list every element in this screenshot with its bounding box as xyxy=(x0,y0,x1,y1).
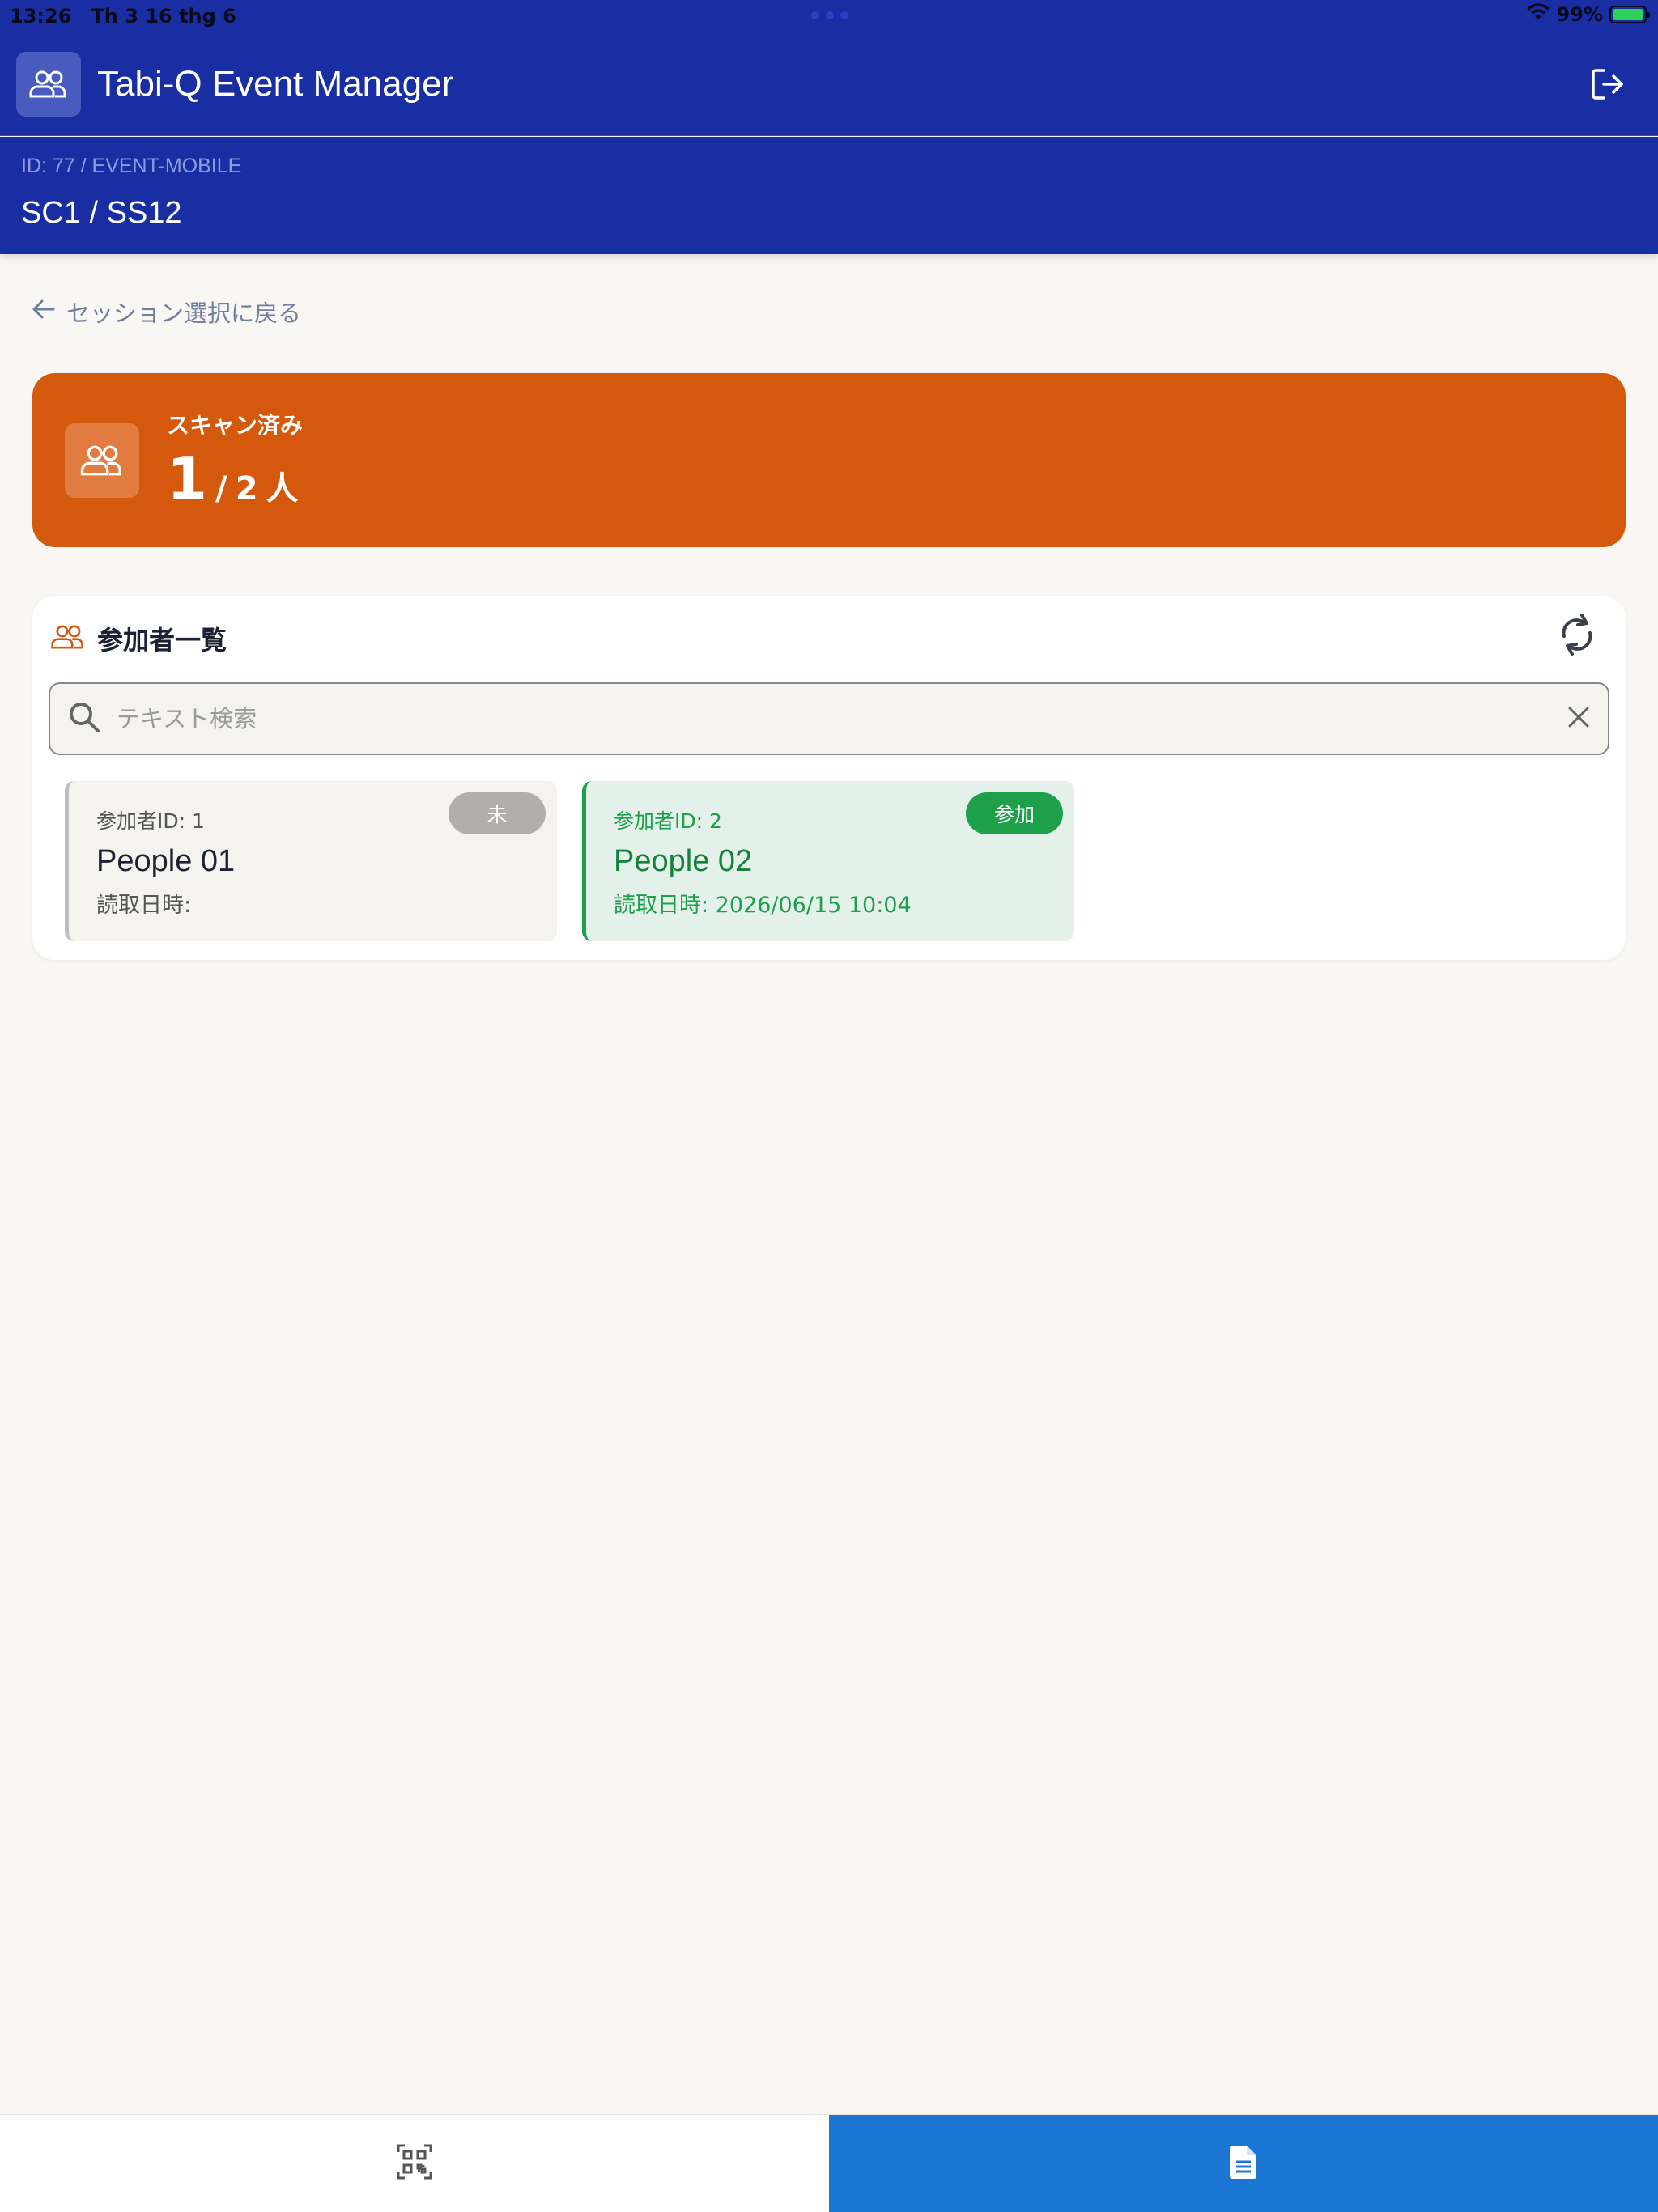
arrow-left-icon xyxy=(32,298,55,325)
status-badge: 参加 xyxy=(966,792,1063,834)
panel-header: 参加者一覧 xyxy=(50,620,227,657)
participant-read-time: 読取日時: xyxy=(96,893,192,918)
participant-card[interactable]: 参加 参加者ID: 2 People 02 読取日時: 2026/06/15 1… xyxy=(582,781,1074,941)
scan-label: スキャン済み xyxy=(167,411,304,439)
back-to-session-link[interactable]: セッション選択に戻る xyxy=(32,295,301,329)
panel-title: 参加者一覧 xyxy=(97,625,227,656)
status-date: Th 3 16 thg 6 xyxy=(91,5,236,28)
back-label: セッション選択に戻る xyxy=(66,299,302,327)
battery-percentage: 99% xyxy=(1556,3,1603,26)
logout-icon[interactable] xyxy=(1585,62,1630,107)
tab-list[interactable] xyxy=(829,2115,1658,2212)
count-unit: 人 xyxy=(266,469,299,507)
bottom-tab-bar xyxy=(0,2114,1658,2212)
battery-icon xyxy=(1609,6,1650,23)
status-time: 13:26 xyxy=(10,5,72,28)
status-right: 99% xyxy=(1526,3,1650,26)
scan-count: 1 / 2 人 xyxy=(167,445,303,513)
tab-scan[interactable] xyxy=(0,2115,829,2212)
multitask-dots[interactable] xyxy=(811,11,848,19)
status-bar: 13:26 Th 3 16 thg 6 99% xyxy=(0,0,1658,32)
close-icon[interactable] xyxy=(1567,706,1590,732)
participant-read-time: 読取日時: 2026/06/15 10:04 xyxy=(614,893,912,918)
event-info-bar: ID: 77 / EVENT-MOBILE SC1 / SS12 xyxy=(0,137,1658,254)
status-badge: 未 xyxy=(449,792,546,834)
wifi-icon xyxy=(1526,3,1550,26)
document-icon xyxy=(1229,2144,1258,2183)
users-icon xyxy=(16,51,81,117)
app-header: Tabi-Q Event Manager xyxy=(0,32,1658,136)
status-left: 13:26 Th 3 16 thg 6 xyxy=(10,5,236,28)
refresh-icon[interactable] xyxy=(1553,610,1601,659)
users-icon xyxy=(65,422,139,498)
search-field[interactable] xyxy=(49,682,1609,755)
session-name: SC1 / SS12 xyxy=(21,196,182,230)
qr-code-icon xyxy=(397,2144,432,2183)
users-icon xyxy=(50,624,86,653)
participant-card[interactable]: 未 参加者ID: 1 People 01 読取日時: xyxy=(65,781,557,941)
scan-summary-text: スキャン済み 1 / 2 人 xyxy=(167,408,303,513)
search-input[interactable] xyxy=(117,705,1567,732)
scan-summary-card: スキャン済み 1 / 2 人 xyxy=(32,373,1626,547)
participant-name: People 01 xyxy=(96,844,236,878)
count-separator: / xyxy=(215,469,227,507)
search-icon xyxy=(68,701,100,737)
total-count: 2 xyxy=(235,469,258,507)
scanned-count: 1 xyxy=(167,444,208,513)
app-title: Tabi-Q Event Manager xyxy=(97,63,454,104)
participants-panel: 参加者一覧 未 参加者ID: 1 People 01 読取日時: 参加 参加者I xyxy=(32,596,1626,960)
event-id: ID: 77 / EVENT-MOBILE xyxy=(21,155,242,177)
participant-name: People 02 xyxy=(614,844,753,878)
